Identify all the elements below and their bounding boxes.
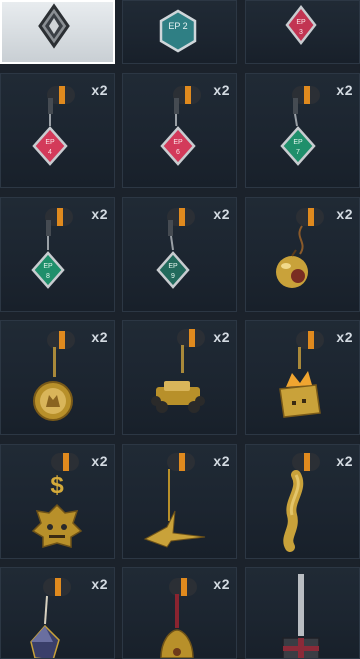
ep3-charm-icon: EP 3 <box>285 4 317 46</box>
inventory-slot[interactable]: EP 6 x2 <box>122 73 237 188</box>
gift-box-charm-icon <box>282 574 320 658</box>
inventory-slot[interactable]: EP 7 x2 <box>245 73 360 188</box>
ep2-hex-charm-icon: EP 2 <box>159 9 197 53</box>
item-count: x2 <box>213 576 230 592</box>
item-count: x2 <box>91 453 108 469</box>
item-count: x2 <box>91 329 108 345</box>
diamond-charm-icon <box>38 3 70 49</box>
svg-text:8: 8 <box>46 273 50 280</box>
inventory-slot[interactable]: $ x2 <box>0 444 115 559</box>
inventory-slot[interactable] <box>0 0 115 64</box>
svg-text:EP: EP <box>45 139 55 146</box>
item-count: x2 <box>91 82 108 98</box>
inventory-slot[interactable]: x2 <box>0 567 115 659</box>
ep-label: EP 2 <box>168 21 187 31</box>
svg-text:9: 9 <box>171 273 175 280</box>
inventory-slot[interactable]: x2 <box>122 567 237 659</box>
svg-text:EP: EP <box>43 263 53 270</box>
inventory-slot[interactable]: EP 4 x2 <box>0 73 115 188</box>
item-count: x2 <box>336 82 353 98</box>
item-count: x2 <box>91 206 108 222</box>
svg-text:3: 3 <box>299 29 303 36</box>
item-count: x2 <box>213 82 230 98</box>
item-count: x2 <box>336 453 353 469</box>
charm-inventory-grid: EP 2 EP 2 EP 3 EP 4 x2 <box>0 0 360 659</box>
item-count: x2 <box>213 453 230 469</box>
inventory-slot[interactable]: x2 <box>245 444 360 559</box>
inventory-slot[interactable]: x2 <box>245 197 360 312</box>
inventory-slot[interactable]: EP 9 x2 <box>122 197 237 312</box>
svg-text:7: 7 <box>296 149 300 156</box>
svg-text:EP: EP <box>173 139 183 146</box>
inventory-slot[interactable]: EP 3 <box>245 0 360 64</box>
svg-text:$: $ <box>50 472 64 499</box>
svg-text:4: 4 <box>48 149 52 156</box>
svg-text:EP: EP <box>168 263 178 270</box>
item-count: x2 <box>336 206 353 222</box>
inventory-slot[interactable]: x2 <box>122 444 237 559</box>
inventory-slot[interactable]: EP 8 x2 <box>0 197 115 312</box>
item-count: x2 <box>91 576 108 592</box>
inventory-slot[interactable] <box>245 567 360 659</box>
item-count: x2 <box>213 329 230 345</box>
inventory-slot[interactable]: x2 <box>0 320 115 435</box>
svg-text:EP: EP <box>293 139 303 146</box>
inventory-slot[interactable]: EP 2 EP 2 <box>122 0 237 64</box>
inventory-slot[interactable]: x2 <box>122 320 237 435</box>
item-count: x2 <box>336 329 353 345</box>
inventory-slot[interactable]: x2 <box>245 320 360 435</box>
svg-text:6: 6 <box>176 149 180 156</box>
svg-text:EP: EP <box>296 19 306 26</box>
item-count: x2 <box>213 206 230 222</box>
